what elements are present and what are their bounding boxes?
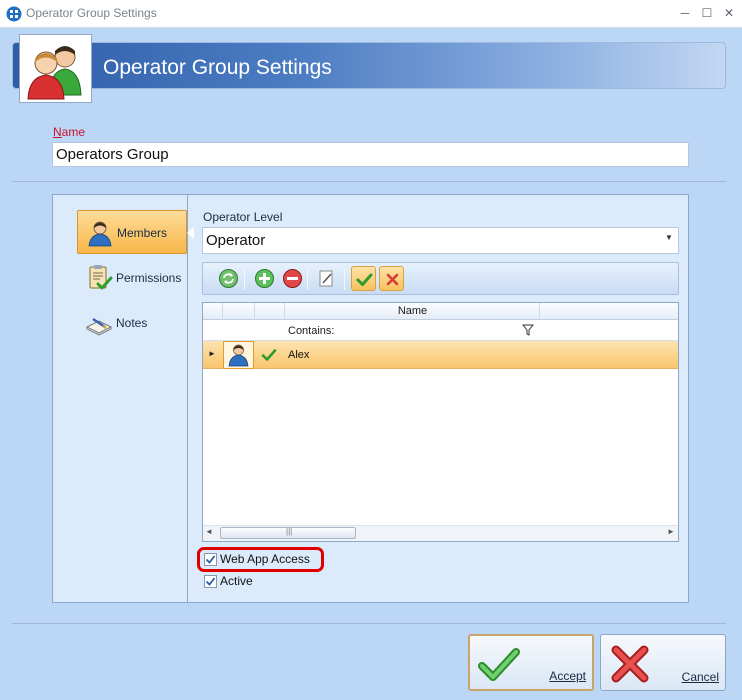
reject-changes-button[interactable] xyxy=(379,266,404,291)
edit-icon xyxy=(319,270,333,287)
scroll-left-icon[interactable]: ◄ xyxy=(205,527,213,536)
name-label-rest: ame xyxy=(61,125,86,139)
remove-icon xyxy=(283,269,302,288)
nav-item-permissions[interactable]: Permissions xyxy=(77,256,187,300)
reject-x-icon xyxy=(386,273,399,286)
accept-label: Accept xyxy=(549,669,586,683)
name-input[interactable] xyxy=(52,142,689,167)
accept-changes-button[interactable] xyxy=(351,266,376,291)
page-title: Operator Group Settings xyxy=(103,56,332,79)
filter-row[interactable] xyxy=(203,320,678,341)
divider xyxy=(12,623,726,624)
operator-level-label: Operator Level xyxy=(203,210,283,224)
remove-member-button[interactable] xyxy=(280,266,305,291)
cancel-label-accelerator: C xyxy=(681,670,691,684)
check-icon xyxy=(261,347,277,363)
toolbar-separator xyxy=(244,268,245,290)
edit-button[interactable] xyxy=(314,266,339,291)
nav-item-notes[interactable]: Notes xyxy=(77,301,187,345)
active-checkbox[interactable] xyxy=(204,575,217,588)
nav-item-label: Notes xyxy=(116,316,148,330)
nav-item-label: Members xyxy=(117,226,168,240)
selection-caret xyxy=(187,227,194,239)
red-x-icon xyxy=(609,643,651,685)
cancel-label: Cancel xyxy=(682,670,719,684)
nav-item-members[interactable]: Members xyxy=(77,210,194,254)
cancel-label-rest: ancel xyxy=(690,670,719,684)
toolbar-separator xyxy=(344,268,345,290)
nav-item-label: Permissions xyxy=(116,271,182,285)
operators-group-icon xyxy=(19,34,92,103)
scroll-right-icon[interactable]: ► xyxy=(667,527,675,536)
name-label-accelerator: N xyxy=(53,125,62,139)
close-button[interactable]: ✕ xyxy=(716,2,742,24)
accept-label-rest: ccept xyxy=(557,669,586,683)
user-avatar-icon[interactable] xyxy=(223,341,254,369)
add-icon xyxy=(255,269,274,288)
name-label: Name xyxy=(53,125,85,139)
app-grid-icon xyxy=(6,6,22,22)
accept-button[interactable]: Accept xyxy=(468,634,594,691)
operator-level-value: Operator xyxy=(206,232,266,249)
member-user-icon xyxy=(86,219,114,247)
operator-level-dropdown[interactable] xyxy=(202,227,679,254)
green-check-icon xyxy=(478,644,520,686)
filter-funnel-icon[interactable] xyxy=(521,324,535,336)
permissions-clipboard-icon xyxy=(85,264,113,292)
notes-icon xyxy=(85,309,113,337)
cell-name[interactable]: Alex xyxy=(288,349,309,361)
refresh-button[interactable] xyxy=(216,266,241,291)
row-indicator-icon: ► xyxy=(208,349,216,358)
refresh-icon xyxy=(219,269,238,288)
web-app-access-label[interactable]: Web App Access xyxy=(220,552,310,566)
divider xyxy=(12,181,726,182)
window-title: Operator Group Settings xyxy=(26,6,157,20)
column-header-name[interactable]: Name xyxy=(286,305,539,317)
filter-condition[interactable]: Contains: xyxy=(288,325,334,337)
chevron-down-icon[interactable]: ▼ xyxy=(665,233,673,242)
scroll-grip: ||| xyxy=(286,527,293,536)
cancel-button[interactable]: Cancel xyxy=(600,634,726,691)
accept-check-icon xyxy=(356,273,373,286)
toolbar-separator xyxy=(307,268,308,290)
add-member-button[interactable] xyxy=(252,266,277,291)
active-label[interactable]: Active xyxy=(220,574,253,588)
web-app-access-checkbox[interactable] xyxy=(204,553,217,566)
